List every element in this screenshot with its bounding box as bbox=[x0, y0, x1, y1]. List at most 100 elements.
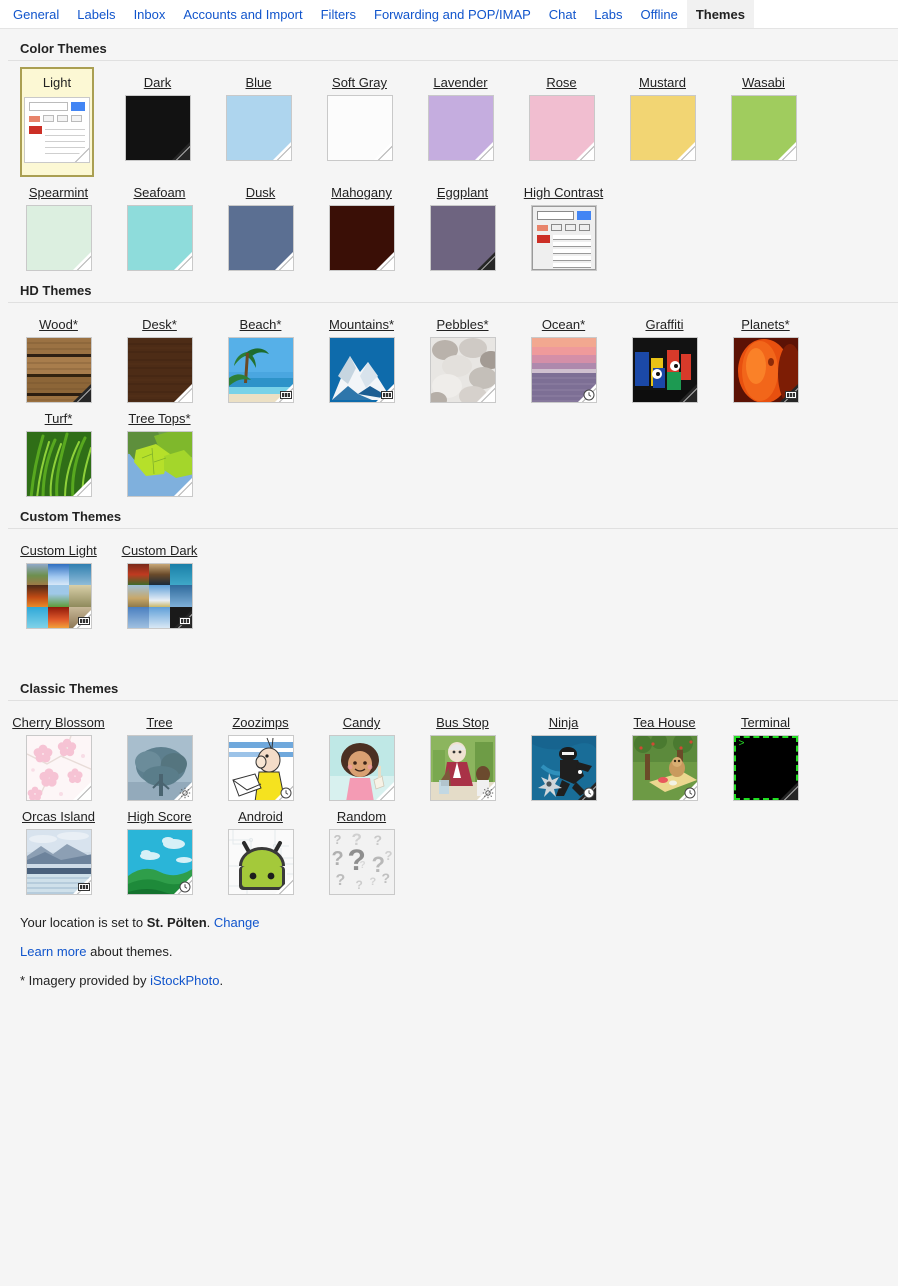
theme-option-high-score[interactable]: High Score bbox=[109, 801, 210, 895]
tab-general[interactable]: General bbox=[4, 0, 68, 28]
theme-option-turf[interactable]: Turf* bbox=[8, 403, 109, 497]
theme-thumbnail[interactable] bbox=[326, 95, 393, 161]
theme-thumbnail-wrap[interactable] bbox=[530, 735, 597, 801]
theme-thumbnail-wrap[interactable] bbox=[631, 337, 698, 403]
theme-thumbnail-wrap[interactable] bbox=[730, 95, 797, 161]
theme-option-zoozimps[interactable]: Zoozimps bbox=[210, 707, 311, 801]
theme-thumbnail[interactable] bbox=[225, 95, 292, 161]
theme-option-bus-stop[interactable]: Bus Stop bbox=[412, 707, 513, 801]
theme-option-random[interactable]: Random???????????? bbox=[311, 801, 412, 895]
theme-thumbnail-wrap[interactable] bbox=[732, 337, 799, 403]
theme-option-dusk[interactable]: Dusk bbox=[210, 177, 311, 271]
theme-option-high-contrast[interactable]: High Contrast bbox=[513, 177, 614, 271]
theme-thumbnail[interactable] bbox=[126, 337, 193, 403]
theme-thumbnail-wrap[interactable] bbox=[530, 337, 597, 403]
theme-thumbnail[interactable] bbox=[328, 735, 395, 801]
theme-thumbnail[interactable] bbox=[328, 205, 395, 271]
theme-option-wasabi[interactable]: Wasabi bbox=[713, 67, 814, 177]
theme-thumbnail[interactable] bbox=[427, 95, 494, 161]
theme-thumbnail-wrap[interactable] bbox=[631, 735, 698, 801]
theme-thumbnail[interactable]: > bbox=[732, 735, 799, 801]
theme-thumbnail-wrap[interactable]: ???????????? bbox=[328, 829, 395, 895]
theme-option-eggplant[interactable]: Eggplant bbox=[412, 177, 513, 271]
theme-thumbnail-wrap[interactable] bbox=[227, 205, 294, 271]
tab-chat[interactable]: Chat bbox=[540, 0, 585, 28]
theme-option-soft-gray[interactable]: Soft Gray bbox=[309, 67, 410, 177]
tab-filters[interactable]: Filters bbox=[312, 0, 365, 28]
tab-offline[interactable]: Offline bbox=[631, 0, 686, 28]
theme-thumbnail-wrap[interactable] bbox=[328, 337, 395, 403]
theme-thumbnail-wrap[interactable] bbox=[126, 563, 193, 629]
theme-option-planets[interactable]: Planets* bbox=[715, 309, 816, 403]
theme-thumbnail-wrap[interactable] bbox=[126, 829, 193, 895]
theme-option-cherry-blossom[interactable]: Cherry Blossom bbox=[8, 707, 109, 801]
theme-thumbnail-wrap[interactable] bbox=[227, 829, 294, 895]
theme-option-terminal[interactable]: Terminal > bbox=[715, 707, 816, 801]
theme-thumbnail[interactable] bbox=[429, 205, 496, 271]
theme-thumbnail-wrap[interactable] bbox=[227, 337, 294, 403]
tab-labs[interactable]: Labs bbox=[585, 0, 631, 28]
theme-thumbnail[interactable] bbox=[429, 337, 496, 403]
theme-thumbnail-wrap[interactable] bbox=[126, 735, 193, 801]
theme-thumbnail[interactable]: ???????????? bbox=[328, 829, 395, 895]
theme-thumbnail[interactable] bbox=[25, 337, 92, 403]
theme-option-pebbles[interactable]: Pebbles* bbox=[412, 309, 513, 403]
theme-thumbnail[interactable] bbox=[528, 95, 595, 161]
theme-thumbnail-wrap[interactable] bbox=[126, 205, 193, 271]
theme-thumbnail[interactable] bbox=[126, 431, 193, 497]
theme-thumbnail-wrap[interactable] bbox=[24, 97, 90, 163]
theme-option-custom-dark[interactable]: Custom Dark bbox=[109, 535, 210, 629]
theme-thumbnail-wrap[interactable] bbox=[25, 337, 92, 403]
theme-option-tree-tops[interactable]: Tree Tops* bbox=[109, 403, 210, 497]
theme-thumbnail-wrap[interactable] bbox=[25, 829, 92, 895]
theme-thumbnail-wrap[interactable] bbox=[328, 205, 395, 271]
theme-option-custom-light[interactable]: Custom Light bbox=[8, 535, 109, 629]
theme-thumbnail-wrap[interactable] bbox=[126, 337, 193, 403]
theme-thumbnail-wrap[interactable] bbox=[126, 431, 193, 497]
theme-thumbnail-wrap[interactable] bbox=[225, 95, 292, 161]
tab-labels[interactable]: Labels bbox=[68, 0, 124, 28]
theme-thumbnail-wrap[interactable] bbox=[528, 95, 595, 161]
theme-option-orcas-island[interactable]: Orcas Island bbox=[8, 801, 109, 895]
theme-thumbnail[interactable] bbox=[24, 97, 90, 163]
theme-thumbnail[interactable] bbox=[126, 205, 193, 271]
theme-thumbnail-wrap[interactable] bbox=[25, 431, 92, 497]
tab-themes[interactable]: Themes bbox=[686, 0, 754, 28]
theme-thumbnail[interactable] bbox=[631, 337, 698, 403]
theme-thumbnail[interactable] bbox=[227, 205, 294, 271]
theme-option-tea-house[interactable]: Tea House bbox=[614, 707, 715, 801]
theme-thumbnail[interactable] bbox=[227, 829, 294, 895]
theme-thumbnail[interactable] bbox=[25, 205, 92, 271]
theme-thumbnail-wrap[interactable] bbox=[25, 563, 92, 629]
theme-option-rose[interactable]: Rose bbox=[511, 67, 612, 177]
theme-thumbnail-wrap[interactable] bbox=[227, 735, 294, 801]
theme-thumbnail-wrap[interactable] bbox=[629, 95, 696, 161]
theme-option-mustard[interactable]: Mustard bbox=[612, 67, 713, 177]
theme-thumbnail[interactable] bbox=[124, 95, 191, 161]
theme-option-spearmint[interactable]: Spearmint bbox=[8, 177, 109, 271]
theme-thumbnail-wrap[interactable] bbox=[25, 735, 92, 801]
theme-thumbnail-wrap[interactable] bbox=[429, 337, 496, 403]
theme-thumbnail[interactable] bbox=[730, 95, 797, 161]
learn-more-link[interactable]: Learn more bbox=[20, 944, 86, 959]
theme-option-dark[interactable]: Dark bbox=[107, 67, 208, 177]
theme-thumbnail-wrap[interactable] bbox=[328, 735, 395, 801]
theme-option-tree[interactable]: Tree bbox=[109, 707, 210, 801]
theme-option-beach[interactable]: Beach* bbox=[210, 309, 311, 403]
theme-option-blue[interactable]: Blue bbox=[208, 67, 309, 177]
theme-option-ninja[interactable]: Ninja bbox=[513, 707, 614, 801]
theme-option-graffiti[interactable]: Graffiti bbox=[614, 309, 715, 403]
theme-thumbnail-wrap[interactable] bbox=[429, 735, 496, 801]
theme-thumbnail-wrap[interactable] bbox=[124, 95, 191, 161]
theme-thumbnail-wrap[interactable] bbox=[530, 205, 597, 271]
istockphoto-link[interactable]: iStockPhoto bbox=[150, 973, 219, 988]
theme-thumbnail-wrap[interactable]: > bbox=[732, 735, 799, 801]
tab-forwarding-and-pop-imap[interactable]: Forwarding and POP/IMAP bbox=[365, 0, 540, 28]
theme-thumbnail-wrap[interactable] bbox=[25, 205, 92, 271]
theme-thumbnail-wrap[interactable] bbox=[429, 205, 496, 271]
theme-option-wood[interactable]: Wood* bbox=[8, 309, 109, 403]
change-location-link[interactable]: Change bbox=[214, 915, 260, 930]
theme-option-candy[interactable]: Candy bbox=[311, 707, 412, 801]
theme-option-mountains[interactable]: Mountains* bbox=[311, 309, 412, 403]
theme-option-desk[interactable]: Desk* bbox=[109, 309, 210, 403]
